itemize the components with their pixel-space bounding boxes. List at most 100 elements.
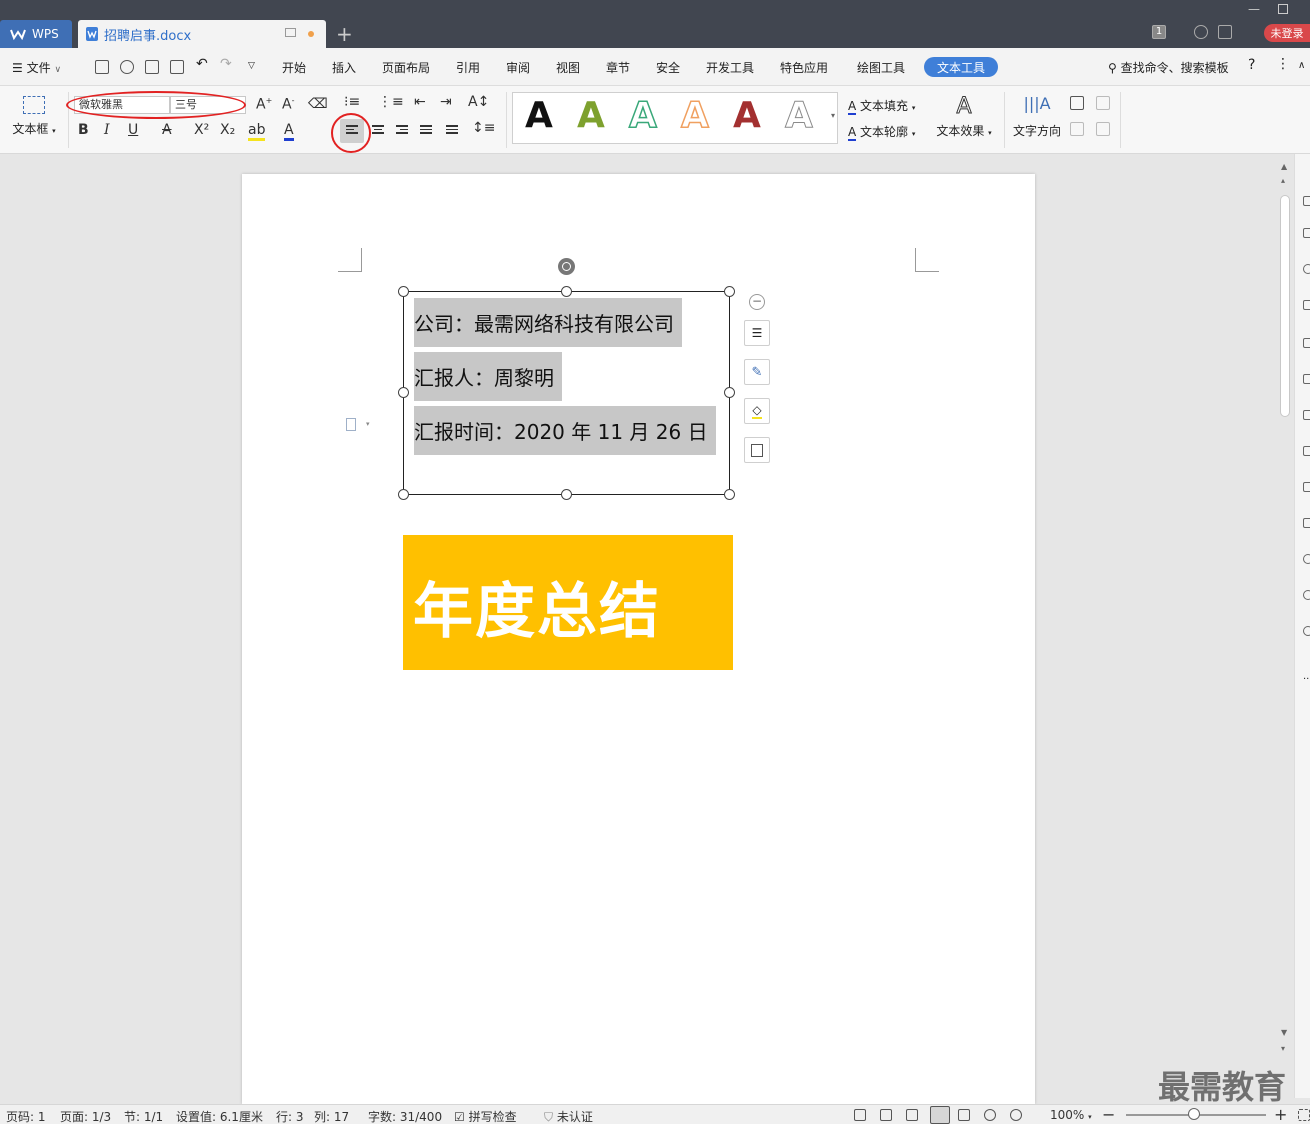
bold-icon[interactable]: B bbox=[78, 122, 89, 138]
grow-font-icon[interactable]: A+ bbox=[256, 96, 272, 113]
new-tab-button[interactable]: + bbox=[336, 22, 353, 46]
textbox-button[interactable]: 文本框 ▾ bbox=[8, 94, 60, 144]
wordart-style-gallery[interactable]: A A A A A A ▾ bbox=[512, 92, 838, 144]
menu-page-layout[interactable]: 页面布局 bbox=[382, 59, 430, 76]
text-outline-button[interactable]: A 文本轮廓 ▾ bbox=[848, 123, 915, 141]
menu-view[interactable]: 视图 bbox=[556, 59, 580, 76]
menu-special-apps[interactable]: 特色应用 bbox=[780, 59, 828, 76]
layout-icon[interactable] bbox=[1303, 482, 1310, 492]
selected-textbox[interactable]: 公司：最需网络科技有限公司 汇报人：周黎明 汇报时间：2020 年 11 月 2… bbox=[398, 286, 735, 500]
page-up-icon[interactable]: ▴ bbox=[1281, 176, 1285, 185]
monitor-icon[interactable] bbox=[285, 28, 296, 37]
undo-icon[interactable]: ↶ bbox=[196, 56, 208, 72]
wps-home-tab[interactable]: WPS bbox=[0, 20, 72, 48]
status-column[interactable]: 列: 17 bbox=[314, 1108, 349, 1124]
status-section[interactable]: 节: 1/1 bbox=[124, 1108, 163, 1124]
justify-icon[interactable] bbox=[420, 125, 432, 137]
wordart-style-4[interactable]: A bbox=[680, 94, 709, 137]
print-icon[interactable] bbox=[145, 60, 159, 74]
zoom-out-icon[interactable]: − bbox=[1102, 1105, 1115, 1124]
image-icon[interactable] bbox=[1303, 518, 1310, 528]
resize-handle[interactable] bbox=[561, 286, 572, 297]
resize-handle[interactable] bbox=[398, 387, 409, 398]
text-direction-button[interactable]: |||A 文字方向 bbox=[1012, 94, 1062, 139]
create-textbox-link-icon[interactable] bbox=[1070, 96, 1084, 110]
line-spacing-icon[interactable]: ↕≡ bbox=[472, 120, 495, 136]
export-icon[interactable] bbox=[120, 60, 134, 74]
sync-icon[interactable] bbox=[1303, 590, 1310, 600]
outline-view-icon[interactable] bbox=[958, 1109, 970, 1121]
wordart-style-3[interactable]: A bbox=[628, 94, 657, 137]
shrink-font-icon[interactable]: A- bbox=[282, 96, 294, 113]
page-view-icon[interactable] bbox=[930, 1106, 950, 1124]
wordart-style-1[interactable]: A bbox=[525, 95, 553, 136]
menu-drawing-tools[interactable]: 绘图工具 bbox=[857, 59, 905, 76]
textbox-line-company[interactable]: 公司：最需网络科技有限公司 bbox=[414, 298, 682, 347]
certification-status[interactable]: ⛉ 未认证 bbox=[544, 1108, 593, 1124]
more-dots-icon[interactable]: ·· bbox=[1303, 674, 1310, 685]
text-fill-button[interactable]: A 文本填充 ▾ bbox=[848, 97, 915, 115]
numbered-list-icon[interactable]: ⋮≡ bbox=[378, 94, 404, 110]
document-tab[interactable]: 招聘启事.docx bbox=[78, 20, 326, 48]
menu-chapter[interactable]: 章节 bbox=[606, 59, 630, 76]
previous-textbox-icon[interactable] bbox=[1070, 122, 1084, 136]
status-page-code[interactable]: 页码: 1 bbox=[6, 1108, 46, 1124]
fullscreen-icon[interactable] bbox=[854, 1109, 866, 1121]
translate-icon[interactable] bbox=[1303, 446, 1310, 456]
rotate-handle-icon[interactable] bbox=[558, 258, 575, 275]
spell-check-button[interactable]: ☑ 拼写检查 bbox=[454, 1108, 517, 1124]
edit-icon[interactable] bbox=[1303, 410, 1310, 420]
redo-icon[interactable]: ↷ bbox=[220, 56, 232, 72]
menu-text-tools[interactable]: 文本工具 bbox=[924, 57, 998, 77]
resize-handle[interactable] bbox=[398, 286, 409, 297]
menu-home[interactable]: 开始 bbox=[282, 59, 306, 76]
next-textbox-icon[interactable] bbox=[1096, 122, 1110, 136]
status-pages[interactable]: 页面: 1/3 bbox=[60, 1108, 111, 1124]
underline-icon[interactable]: U bbox=[128, 122, 138, 138]
more-icon[interactable]: ⋮ bbox=[1276, 56, 1290, 72]
highlight-color-icon[interactable]: ab bbox=[248, 122, 266, 141]
distribute-icon[interactable] bbox=[446, 125, 458, 137]
paragraph-anchor-icon[interactable] bbox=[346, 418, 356, 431]
table-icon[interactable] bbox=[1303, 338, 1310, 348]
status-row[interactable]: 行: 3 bbox=[276, 1108, 304, 1124]
resize-handle[interactable] bbox=[561, 489, 572, 500]
command-search[interactable]: ⚲ 查找命令、搜索模板 bbox=[1108, 59, 1229, 76]
reading-mode-icon[interactable] bbox=[880, 1109, 892, 1121]
textbox-line-report-time[interactable]: 汇报时间：2020 年 11 月 26 日 bbox=[414, 406, 716, 455]
outline-style-button[interactable]: ✎ bbox=[744, 359, 770, 385]
backup-icon[interactable] bbox=[1303, 554, 1310, 564]
wordart-style-5[interactable]: A bbox=[733, 95, 761, 136]
login-button[interactable]: 未登录 bbox=[1264, 24, 1310, 42]
scroll-down-icon[interactable]: ▼ bbox=[1281, 1028, 1287, 1037]
menu-developer[interactable]: 开发工具 bbox=[706, 59, 754, 76]
zoom-level-select[interactable]: 100% ▾ bbox=[1050, 1108, 1092, 1122]
align-center-icon[interactable] bbox=[372, 125, 384, 137]
gallery-expand-icon[interactable]: ▾ bbox=[831, 111, 835, 120]
font-color-icon[interactable]: A bbox=[284, 122, 294, 141]
menu-references[interactable]: 引用 bbox=[456, 59, 480, 76]
text-effect-button[interactable]: A 文本效果 ▾ bbox=[934, 94, 994, 139]
resize-handle[interactable] bbox=[724, 387, 735, 398]
style-icon[interactable] bbox=[1303, 264, 1310, 274]
align-right-icon[interactable] bbox=[396, 125, 408, 137]
chevron-down-icon[interactable]: ▾ bbox=[366, 420, 370, 428]
bullet-list-icon[interactable]: ⁝≡ bbox=[344, 94, 360, 110]
menu-security[interactable]: 安全 bbox=[656, 59, 680, 76]
select-icon[interactable] bbox=[1303, 228, 1310, 238]
break-textbox-link-icon[interactable] bbox=[1096, 96, 1110, 110]
save-icon[interactable] bbox=[95, 60, 109, 74]
print-preview-icon[interactable] bbox=[170, 60, 184, 74]
subscript-icon[interactable]: X₂ bbox=[220, 122, 235, 138]
document-page[interactable]: ▾ 公司：最需网络科技有限公司 汇报人：周黎明 汇报时间：2020 年 11 月… bbox=[242, 174, 1035, 1104]
shirt-icon[interactable] bbox=[1218, 25, 1232, 39]
wordart-style-6[interactable]: A bbox=[785, 95, 814, 137]
minimize-icon[interactable]: — bbox=[1248, 2, 1260, 16]
resize-handle[interactable] bbox=[724, 489, 735, 500]
maximize-icon[interactable] bbox=[1278, 4, 1288, 14]
increase-indent-icon[interactable]: ⇥ bbox=[440, 94, 452, 110]
fill-style-button[interactable]: ◇ bbox=[744, 398, 770, 424]
star-icon[interactable] bbox=[1303, 374, 1310, 384]
web-view-icon[interactable] bbox=[984, 1109, 996, 1121]
settings-icon[interactable] bbox=[1303, 300, 1310, 310]
